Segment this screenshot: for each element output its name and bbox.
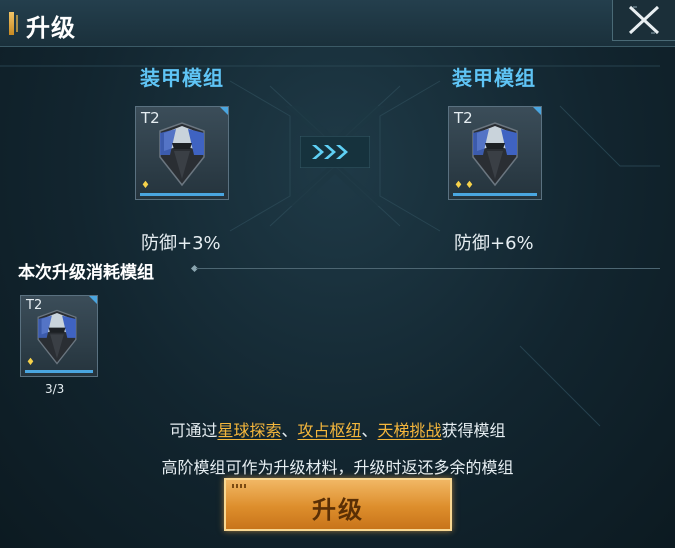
hint-sep: 、 xyxy=(361,421,378,440)
right-module-card[interactable]: T2 ♦♦ xyxy=(448,106,542,200)
armor-module-icon xyxy=(159,122,205,187)
hint-suffix: 获得模组 xyxy=(441,421,506,440)
card-corner xyxy=(220,107,228,115)
source-hint: 可通过星球探索、攻占枢纽、天梯挑战获得模组 xyxy=(0,417,675,441)
upgrade-arrow-icon xyxy=(300,136,370,168)
close-button[interactable] xyxy=(612,0,675,41)
upgrade-button-label: 升级 xyxy=(312,496,364,524)
close-icon xyxy=(628,5,660,35)
armor-module-icon xyxy=(472,122,518,187)
upgrade-panel: 升级 装甲模组 T2 ♦ 防御+3% 装甲模组 T2 ♦♦ 防御+6% 本次升级… xyxy=(0,0,675,548)
right-module-name: 装甲模组 xyxy=(452,66,536,90)
title-accent-line xyxy=(16,15,18,32)
link-planet-explore[interactable]: 星球探索 xyxy=(217,421,281,440)
card-bar xyxy=(140,193,224,196)
link-capture-hub[interactable]: 攻占枢纽 xyxy=(297,421,361,440)
card-corner xyxy=(89,296,97,304)
card-corner xyxy=(533,107,541,115)
page-title: 升级 xyxy=(26,14,76,42)
title-accent xyxy=(9,12,14,35)
left-module-name: 装甲模组 xyxy=(140,66,224,90)
left-module-stat: 防御+3% xyxy=(141,233,221,254)
refund-hint: 高阶模组可作为升级材料，升级时返还多余的模组 xyxy=(161,458,514,477)
upgrade-button[interactable]: 升级 xyxy=(224,478,452,531)
left-module-card[interactable]: T2 ♦ xyxy=(135,106,229,200)
right-module-stat: 防御+6% xyxy=(454,233,534,254)
right-module-stars: ♦♦ xyxy=(454,180,476,191)
hint-prefix: 可通过 xyxy=(169,421,218,440)
left-module-stars: ♦ xyxy=(141,180,152,191)
button-stripes xyxy=(232,484,246,488)
title-bar: 升级 xyxy=(0,0,675,47)
consume-module-stars: ♦ xyxy=(26,357,37,368)
hint-sep: 、 xyxy=(281,421,298,440)
consume-module-card[interactable]: T2 ♦ xyxy=(20,295,98,377)
consume-count: 3/3 xyxy=(45,382,65,396)
link-ladder-challenge[interactable]: 天梯挑战 xyxy=(378,421,442,440)
consume-section-label: 本次升级消耗模组 xyxy=(18,263,154,283)
armor-module-icon xyxy=(37,309,77,365)
card-bar xyxy=(25,370,93,373)
card-bar xyxy=(453,193,537,196)
section-divider xyxy=(196,268,660,269)
